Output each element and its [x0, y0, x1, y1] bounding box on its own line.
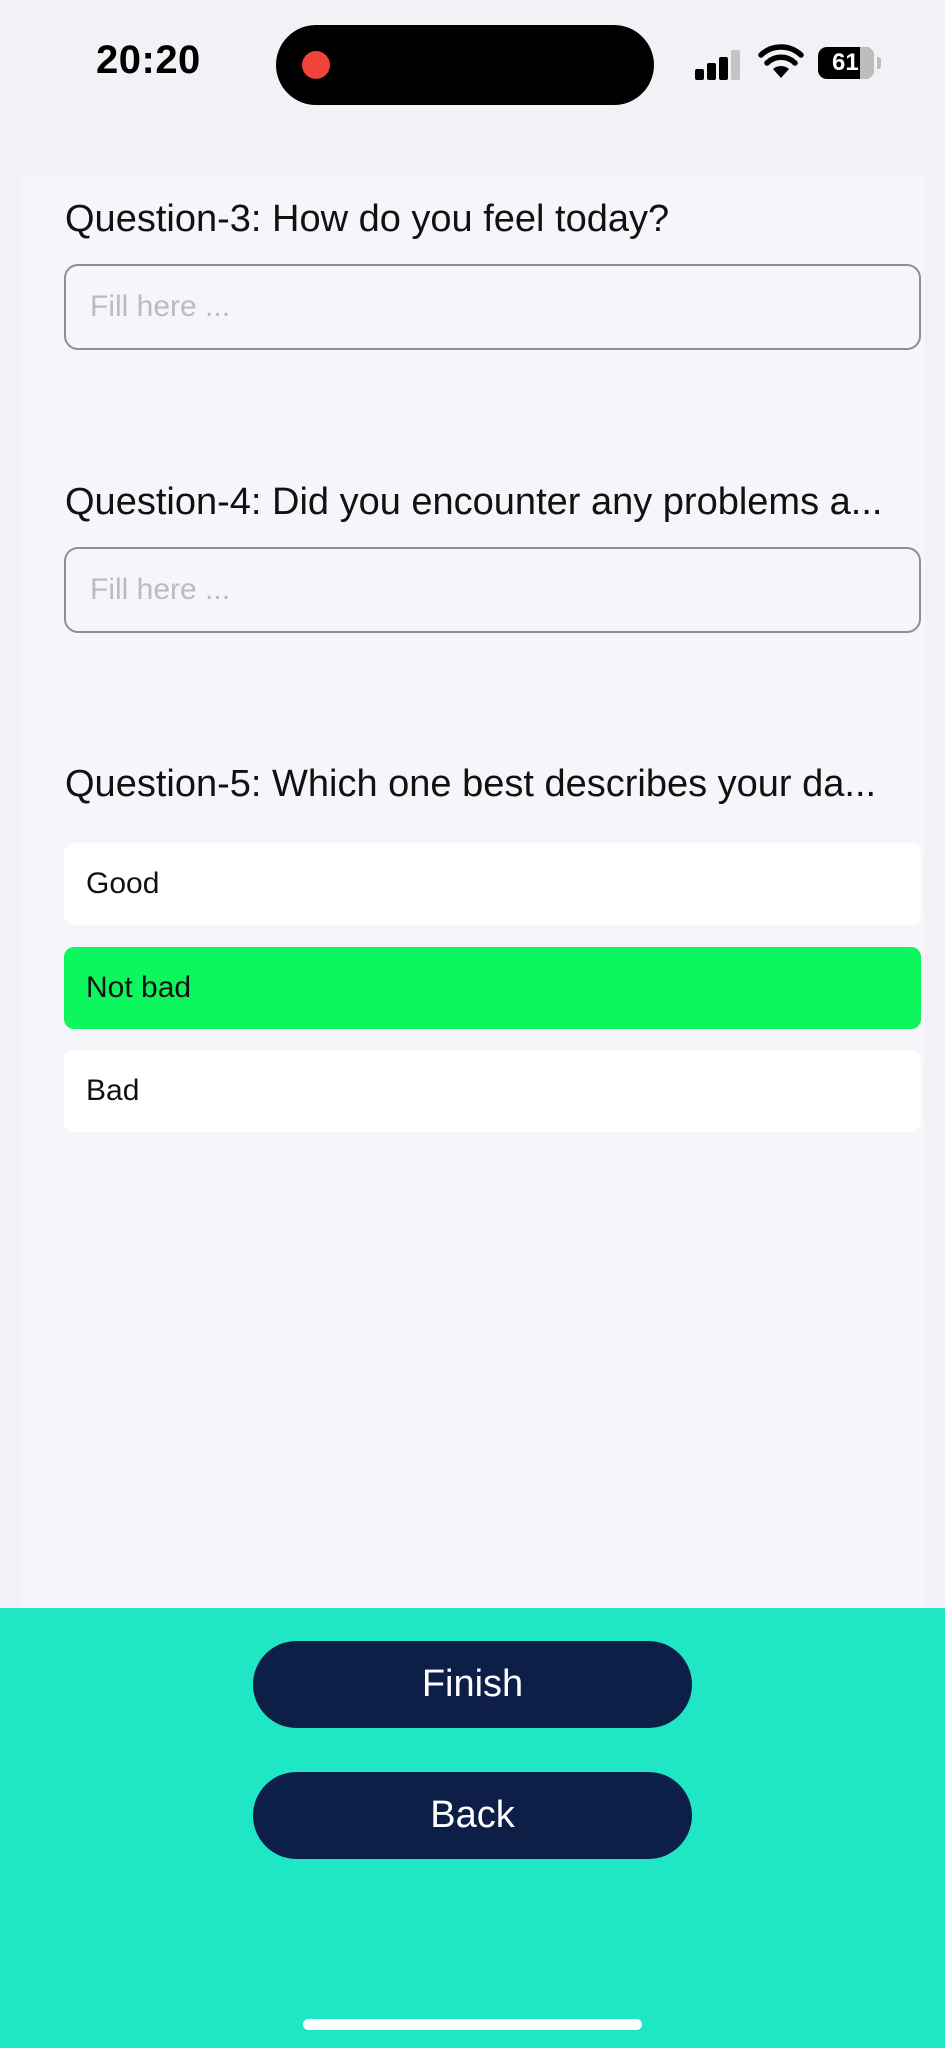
screen: 20:20 61 Question-3: How do you feel tod… — [0, 0, 945, 2048]
wifi-icon — [758, 44, 804, 78]
question-5-label: Question-5: Which one best describes you… — [65, 763, 877, 805]
battery-icon: 61 — [818, 47, 874, 79]
option-bad[interactable]: Bad — [64, 1050, 921, 1132]
question-4-label: Question-4: Did you encounter any proble… — [65, 481, 883, 523]
question-4-input[interactable] — [64, 547, 921, 633]
battery-level: 61 — [832, 49, 859, 76]
question-3-label: Question-3: How do you feel today? — [65, 198, 670, 240]
home-indicator[interactable] — [303, 2019, 642, 2030]
dynamic-island — [276, 25, 654, 105]
status-time: 20:20 — [96, 38, 201, 82]
cellular-signal-icon — [695, 50, 743, 80]
back-button[interactable]: Back — [253, 1772, 692, 1859]
finish-button[interactable]: Finish — [253, 1641, 692, 1728]
question-3-input[interactable] — [64, 264, 921, 350]
recording-dot-icon — [302, 51, 330, 79]
bottom-action-bar: Finish Back — [0, 1608, 945, 2048]
option-not-bad[interactable]: Not bad — [64, 947, 921, 1029]
option-good[interactable]: Good — [64, 843, 921, 925]
questionnaire-panel: Question-3: How do you feel today? Quest… — [20, 176, 925, 1608]
battery-cap — [877, 57, 881, 69]
